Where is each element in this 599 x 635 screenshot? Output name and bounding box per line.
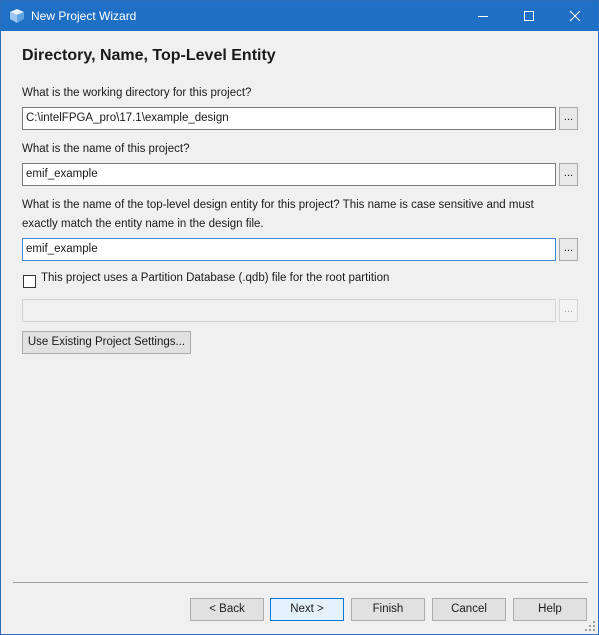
top-level-entity-input[interactable]: emif_example bbox=[22, 238, 556, 261]
maximize-icon bbox=[524, 11, 534, 21]
working-directory-label: What is the working directory for this p… bbox=[22, 87, 252, 99]
working-directory-input[interactable]: C:\intelFPGA_pro\17.1\example_design bbox=[22, 107, 556, 130]
browse-top-level-button[interactable]: ... bbox=[559, 238, 578, 261]
project-name-input[interactable]: emif_example bbox=[22, 163, 556, 186]
minimize-button[interactable] bbox=[460, 1, 506, 31]
project-name-label: What is the name of this project? bbox=[22, 143, 190, 155]
minimize-icon bbox=[478, 16, 488, 17]
close-icon bbox=[569, 10, 581, 22]
browse-project-name-button[interactable]: ... bbox=[559, 163, 578, 186]
back-button[interactable]: < Back bbox=[190, 598, 264, 621]
help-button[interactable]: Help bbox=[513, 598, 587, 621]
wizard-content: Directory, Name, Top-Level Entity What i… bbox=[1, 31, 598, 634]
maximize-button[interactable] bbox=[506, 1, 552, 31]
title-bar[interactable]: New Project Wizard bbox=[1, 1, 598, 31]
next-button[interactable]: Next > bbox=[270, 598, 344, 621]
browse-partition-database-button: ... bbox=[559, 299, 578, 322]
resize-grip-icon[interactable] bbox=[584, 620, 596, 632]
partition-database-input bbox=[22, 299, 556, 322]
cancel-button[interactable]: Cancel bbox=[432, 598, 506, 621]
partition-database-checkbox[interactable] bbox=[23, 275, 36, 288]
page-title: Directory, Name, Top-Level Entity bbox=[22, 47, 276, 64]
top-level-entity-label: What is the name of the top-level design… bbox=[22, 199, 534, 230]
quartus-app-icon bbox=[9, 8, 25, 24]
close-button[interactable] bbox=[552, 1, 598, 31]
finish-button[interactable]: Finish bbox=[351, 598, 425, 621]
partition-database-label[interactable]: This project uses a Partition Database (… bbox=[41, 272, 389, 284]
use-existing-settings-button[interactable]: Use Existing Project Settings... bbox=[22, 331, 191, 354]
window-title: New Project Wizard bbox=[31, 9, 137, 23]
footer-separator bbox=[13, 582, 588, 583]
browse-directory-button[interactable]: ... bbox=[559, 107, 578, 130]
new-project-wizard-window: New Project Wizard Directory, Name, Top-… bbox=[0, 0, 599, 635]
